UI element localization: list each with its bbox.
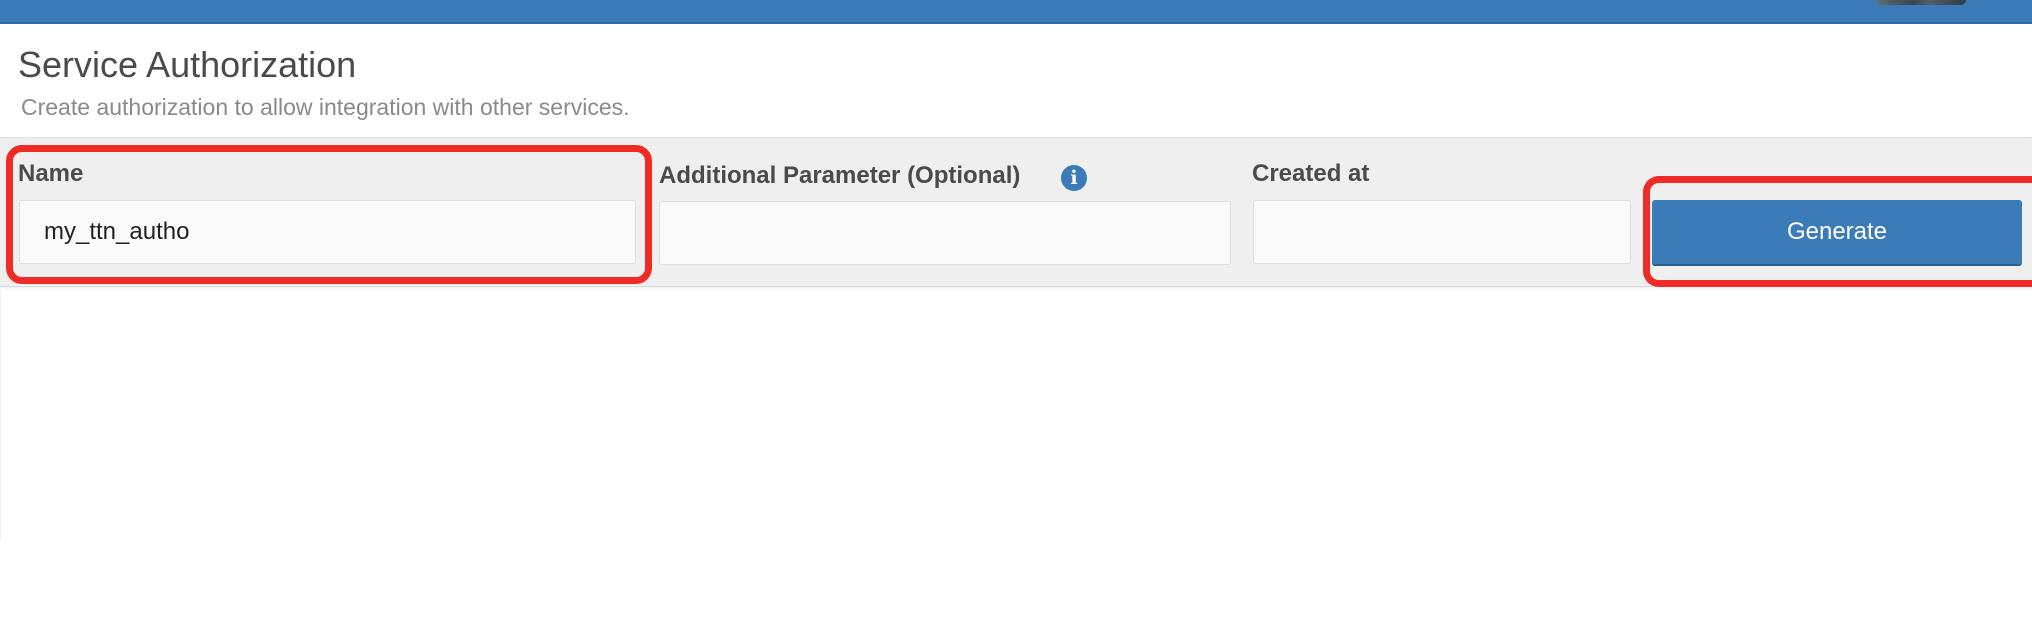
additional-parameter-input[interactable]: [659, 201, 1231, 265]
generate-button[interactable]: Generate: [1652, 200, 2022, 266]
created-at-field: [1253, 200, 1631, 264]
additional-parameter-label: Additional Parameter (Optional): [659, 162, 1021, 189]
info-icon[interactable]: i: [1061, 165, 1087, 191]
divider: [0, 290, 1, 540]
name-input[interactable]: [19, 200, 636, 264]
user-avatar[interactable]: [1876, 0, 1966, 5]
page-title: Service Authorization: [18, 44, 357, 85]
page-subtitle: Create authorization to allow integratio…: [21, 94, 630, 120]
authorization-form: Name Additional Parameter (Optional) i C…: [0, 137, 2032, 287]
created-at-label: Created at: [1252, 160, 1370, 187]
name-label: Name: [18, 160, 84, 187]
top-navigation-bar: [0, 0, 2032, 24]
page-header: Service Authorization Create authorizati…: [0, 24, 2032, 137]
